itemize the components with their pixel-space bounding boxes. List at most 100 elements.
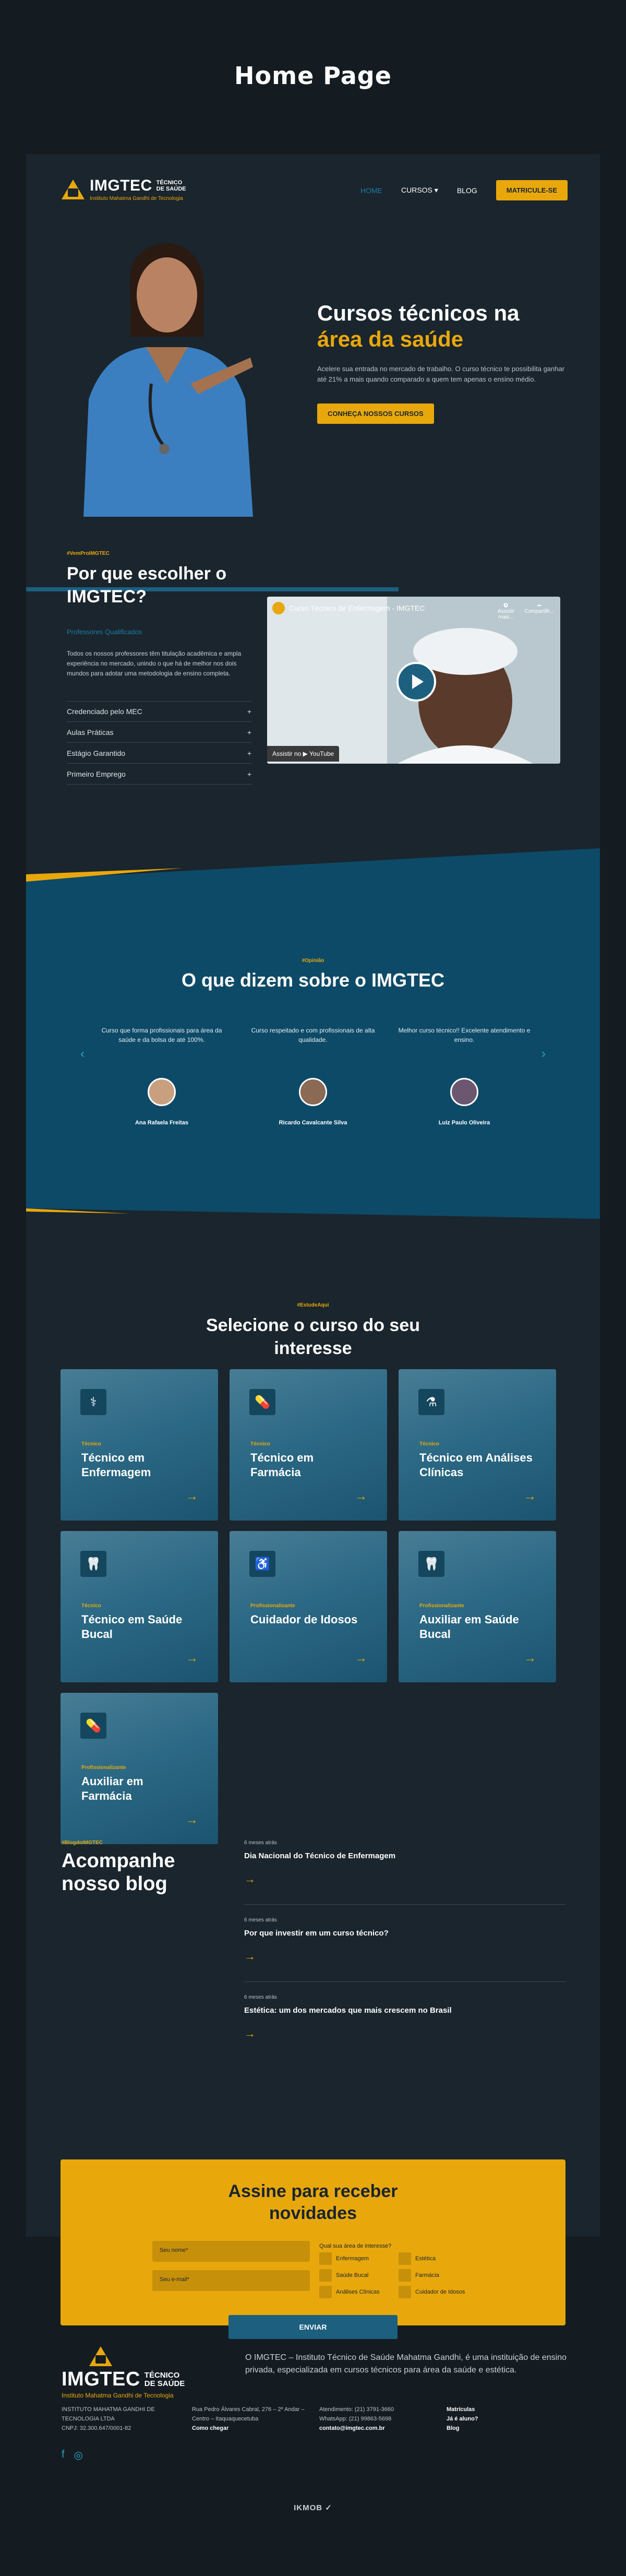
blog-post[interactable]: 6 meses atrás Dia Nacional do Técnico de… bbox=[244, 1840, 565, 1905]
course-card[interactable]: 🦷 Técnico Técnico em Saúde Bucal → bbox=[61, 1531, 218, 1682]
logo[interactable]: IMGTEC TÉCNICO DE SAÚDE Instituto Mahatm… bbox=[62, 177, 186, 201]
phone-link[interactable]: Atendimento: (21) 3791-3660 bbox=[319, 2405, 394, 2414]
course-tag: Técnico bbox=[250, 1441, 270, 1447]
hero-cta-button[interactable]: CONHEÇA NOSSOS CURSOS bbox=[317, 403, 434, 424]
checkbox-label: Análises Clínicas bbox=[336, 2289, 380, 2295]
hero-title-line2: área da saúde bbox=[317, 327, 464, 351]
directions-link[interactable]: Como chegar bbox=[192, 2425, 228, 2431]
footer-text: TECNOLOGIA LTDA bbox=[62, 2416, 115, 2422]
logo-sub1: TÉCNICO bbox=[156, 180, 183, 186]
footer-link[interactable]: Matrículas bbox=[447, 2405, 478, 2414]
accordion-item[interactable]: Aulas Práticas + bbox=[67, 722, 251, 743]
next-arrow-icon[interactable]: › bbox=[541, 1047, 546, 1061]
interest-checkbox[interactable]: Enfermagem bbox=[319, 2252, 369, 2265]
newsletter: Assine para receber novidades Seu nome* … bbox=[61, 2159, 565, 2339]
footer-address: Rua Pedro Álvares Cabral, 276 – 2º Andar… bbox=[192, 2405, 305, 2433]
course-tag: Profissionalizante bbox=[81, 1765, 126, 1771]
accordion-item[interactable]: Primeiro Emprego + bbox=[67, 764, 251, 785]
play-button[interactable] bbox=[396, 662, 436, 702]
arrow-right-icon[interactable]: → bbox=[244, 2027, 256, 2040]
course-card[interactable]: ⚗ Técnico Técnico em Análises Clínicas → bbox=[399, 1369, 556, 1521]
enroll-button[interactable]: MATRICULE-SE bbox=[496, 180, 568, 200]
footer-link[interactable]: Blog bbox=[447, 2424, 478, 2433]
hero-text: Acelere sua entrada no mercado de trabal… bbox=[317, 365, 565, 383]
post-title[interactable]: Estética: um dos mercados que mais cresc… bbox=[244, 2006, 452, 2015]
post-title[interactable]: Por que investir em um curso técnico? bbox=[244, 1929, 389, 1938]
whatsapp-link[interactable]: WhatsApp: (21) 99863-5698 bbox=[319, 2414, 394, 2424]
send-button[interactable]: ENVIAR bbox=[228, 2315, 398, 2339]
blog-post[interactable]: 6 meses atrás Por que investir em um cur… bbox=[244, 1917, 565, 1982]
hero-nurse-image bbox=[83, 243, 253, 517]
interest-checkbox[interactable]: Farmácia bbox=[399, 2269, 439, 2282]
share-button[interactable]: ➦ Compartilh... bbox=[524, 603, 555, 614]
accordion-label: Credenciado pelo MEC bbox=[67, 707, 142, 716]
name-input[interactable]: Seu nome* bbox=[152, 2241, 310, 2262]
video-title[interactable]: Curso Técnico de Enfermagem - IMGTEC bbox=[289, 604, 425, 612]
nav-blog[interactable]: BLOG bbox=[457, 186, 477, 195]
blog-post[interactable]: 6 meses atrás Estética: um dos mercados … bbox=[244, 1995, 565, 2059]
stethoscope-icon: ⚕ bbox=[80, 1389, 106, 1415]
watch-on-youtube[interactable]: Assistir no ▶ YouTube bbox=[267, 746, 340, 762]
watch-later-button[interactable]: 🕒 Assistir mais... bbox=[490, 603, 522, 620]
course-name: Técnico em Farmácia bbox=[250, 1451, 314, 1479]
course-card[interactable]: ♿ Profissionalizante Cuidador de Idosos … bbox=[230, 1531, 387, 1682]
main-nav: HOME CURSOS ▾ BLOG MATRICULE-SE bbox=[360, 180, 568, 200]
accordion-item[interactable]: Credenciado pelo MEC + bbox=[67, 701, 251, 722]
tooth-icon: 🦷 bbox=[418, 1551, 444, 1577]
course-name: Técnico em Saúde Bucal bbox=[81, 1613, 183, 1641]
email-link[interactable]: contato@imgtec.com.br bbox=[319, 2425, 385, 2431]
course-card[interactable]: 💊 Técnico Técnico em Farmácia → bbox=[230, 1369, 387, 1521]
interest-checkbox[interactable]: Estética bbox=[399, 2252, 436, 2265]
footer-credit[interactable]: IKMOB ✓ bbox=[26, 2503, 600, 2512]
post-date: 6 meses atrás bbox=[244, 1840, 277, 1846]
interest-checkbox[interactable]: Cuidador de Idosos bbox=[399, 2286, 465, 2298]
facebook-icon[interactable]: f bbox=[62, 2449, 65, 2462]
hero-title-line1: Cursos técnicos na bbox=[317, 301, 520, 325]
footer-company: INSTITUTO MAHATMA GANDHI DE TECNOLOGIA L… bbox=[62, 2405, 155, 2433]
arrow-right-icon[interactable]: → bbox=[244, 1872, 256, 1886]
arrow-right-icon: → bbox=[355, 1489, 367, 1503]
course-tag: Técnico bbox=[81, 1603, 101, 1609]
footer-logo-sub2: DE SAÚDE bbox=[144, 2379, 185, 2388]
footer-about: O IMGTEC – Instituto Técnico de Saúde Ma… bbox=[245, 2353, 567, 2375]
footer-text: INSTITUTO MAHATMA GANDHI DE bbox=[62, 2406, 155, 2413]
accordion-item[interactable]: Estágio Garantido + bbox=[67, 743, 251, 764]
course-name: Auxiliar em Saúde Bucal bbox=[419, 1613, 519, 1641]
dna-icon: ⚗ bbox=[418, 1389, 444, 1415]
nav-home[interactable]: HOME bbox=[360, 186, 382, 195]
watch-later-label: Assistir mais... bbox=[497, 609, 515, 620]
course-card[interactable]: ⚕ Técnico Técnico em Enfermagem → bbox=[61, 1369, 218, 1521]
channel-avatar[interactable] bbox=[272, 602, 285, 614]
arrow-right-icon: → bbox=[186, 1813, 198, 1827]
newsletter-title: Assine para receber novidades bbox=[61, 2180, 565, 2224]
nav-cursos[interactable]: CURSOS ▾ bbox=[401, 186, 438, 195]
course-tag: Profissionalizante bbox=[419, 1603, 464, 1609]
course-card[interactable]: 💊 Profissionalizante Auxiliar em Farmáci… bbox=[61, 1693, 218, 1844]
interest-checkbox[interactable]: Saúde Bucal bbox=[319, 2269, 368, 2282]
page-label: Home Page bbox=[234, 62, 392, 90]
avatar bbox=[148, 1078, 176, 1106]
tooth-icon: 🦷 bbox=[80, 1551, 106, 1577]
prev-arrow-icon[interactable]: ‹ bbox=[80, 1047, 85, 1061]
course-name: Auxiliar em Farmácia bbox=[81, 1775, 143, 1802]
instagram-icon[interactable]: ◎ bbox=[74, 2449, 83, 2462]
interest-checkbox[interactable]: Análises Clínicas bbox=[319, 2286, 380, 2298]
footer-link[interactable]: Já é aluno? bbox=[447, 2414, 478, 2424]
why-section: #VemProIMGTEC Por que escolher o IMGTEC?… bbox=[26, 551, 600, 822]
checkbox-label: Farmácia bbox=[415, 2272, 439, 2278]
course-card[interactable]: 🦷 Profissionalizante Auxiliar em Saúde B… bbox=[399, 1531, 556, 1682]
footer-logo[interactable]: IMGTEC TÉCNICO DE SAÚDE Instituto Mahatm… bbox=[62, 2346, 185, 2399]
post-title[interactable]: Dia Nacional do Técnico de Enfermagem bbox=[244, 1851, 395, 1860]
courses-tag: #EstudeAqui bbox=[297, 1302, 329, 1308]
arrow-right-icon[interactable]: → bbox=[244, 1950, 256, 1963]
checkbox-label: Cuidador de Idosos bbox=[415, 2289, 465, 2295]
email-input[interactable]: Seu e-mail* bbox=[152, 2270, 310, 2291]
share-label: Compartilh... bbox=[524, 609, 555, 614]
logo-tagline: Instituto Mahatma Gandhi de Tecnologia bbox=[90, 196, 183, 201]
testimonial-name: Ricardo Cavalcante Silva bbox=[279, 1120, 347, 1126]
video-embed[interactable]: Curso Técnico de Enfermagem - IMGTEC 🕒 As… bbox=[267, 597, 560, 764]
credit-text: IKMOB bbox=[294, 2503, 323, 2512]
courses-title: Selecione o curso do seu interesse bbox=[26, 1314, 600, 1360]
testimonial-name: Ana Rafaela Freitas bbox=[135, 1120, 189, 1126]
why-active-tab[interactable]: Professores Qualificados bbox=[67, 628, 142, 636]
